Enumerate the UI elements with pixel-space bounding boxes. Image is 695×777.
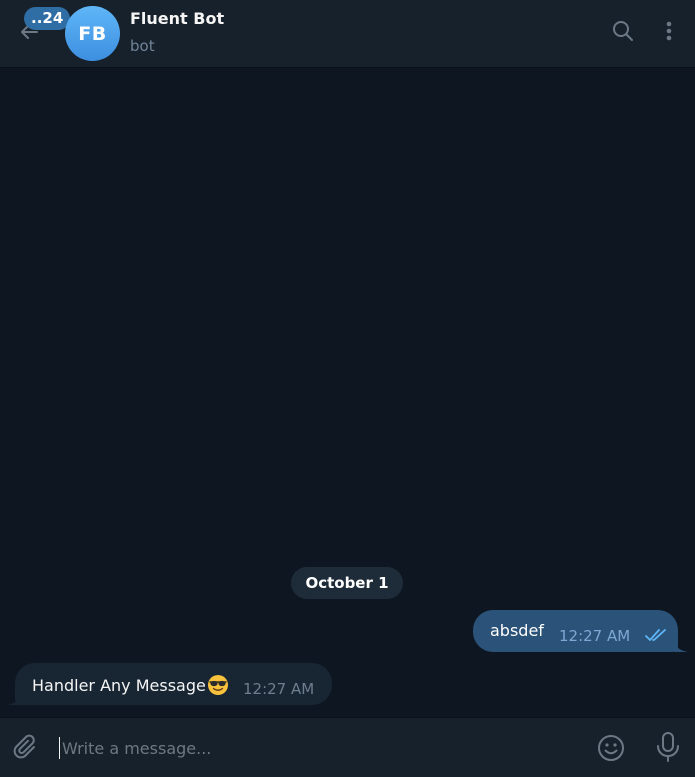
text-cursor (59, 737, 60, 759)
unread-count-badge: ..24 (24, 7, 71, 30)
incoming-bubble-tail (7, 691, 21, 705)
date-separator: October 1 (291, 567, 403, 599)
outgoing-bubble-tail (674, 638, 688, 652)
message-time: 12:27 AM (559, 627, 631, 645)
outgoing-message-bubble[interactable]: absdef 12:27 AM (473, 610, 678, 652)
search-icon (611, 19, 635, 47)
smiley-icon (596, 733, 626, 767)
emoji-button[interactable] (595, 734, 627, 766)
double-check-icon (645, 627, 669, 643)
message-text-content: Handler Any Message (32, 675, 206, 695)
avatar[interactable]: FB (65, 6, 120, 61)
chat-window: ..24 FB Fluent Bot bot October 1 absdef … (0, 0, 695, 777)
incoming-message-bubble[interactable]: Handler Any Message 12:27 AM (15, 663, 332, 705)
voice-message-button[interactable] (652, 732, 684, 766)
search-button[interactable] (609, 19, 637, 47)
chat-subtitle: bot (130, 37, 155, 55)
chat-title[interactable]: Fluent Bot (130, 9, 224, 28)
message-composer (0, 717, 695, 777)
message-text: absdef (490, 621, 544, 640)
paperclip-icon (12, 734, 40, 766)
message-time: 12:27 AM (243, 680, 315, 698)
microphone-icon (654, 731, 682, 767)
more-vertical-icon (657, 19, 681, 47)
avatar-initials: FB (78, 22, 107, 45)
message-text: Handler Any Message (32, 674, 229, 696)
more-options-button[interactable] (655, 19, 683, 47)
sunglasses-face-emoji-icon (207, 674, 229, 696)
attach-button[interactable] (10, 734, 42, 766)
message-input[interactable] (62, 733, 582, 763)
chat-header: ..24 FB Fluent Bot bot (0, 0, 695, 68)
